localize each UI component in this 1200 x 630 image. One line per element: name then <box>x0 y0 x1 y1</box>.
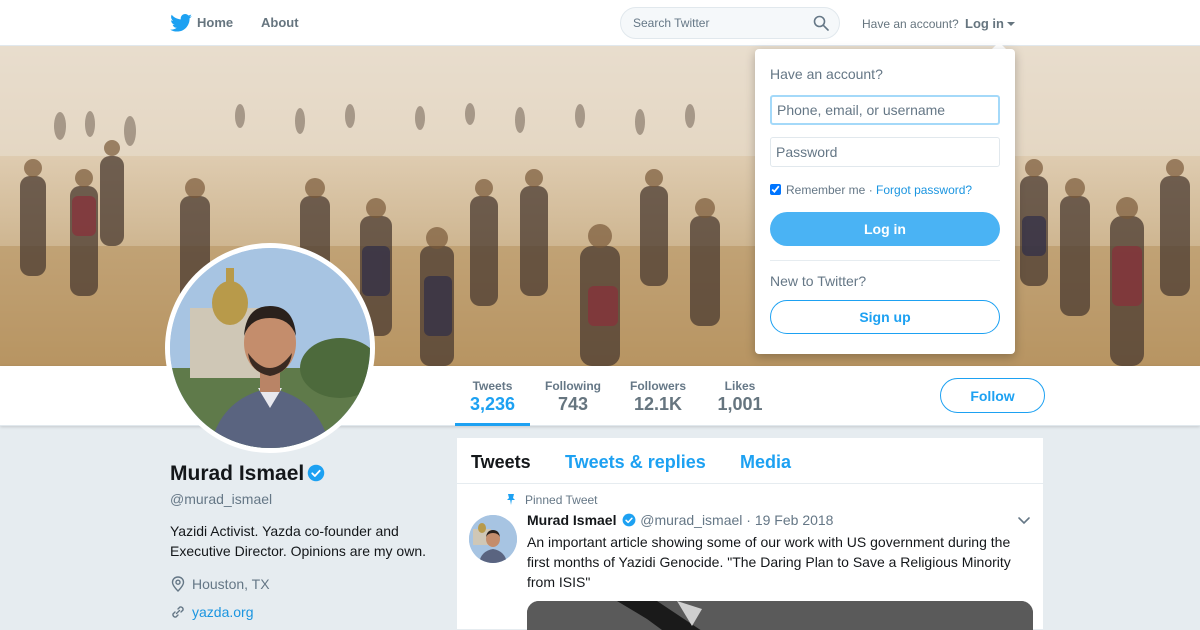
tab-tweets[interactable]: Tweets <box>471 452 531 473</box>
forgot-password-link[interactable]: Forgot password? <box>876 183 972 197</box>
stat-label: Likes <box>724 379 756 393</box>
profile-name: Murad Ismael <box>170 462 325 486</box>
profile-handle[interactable]: @murad_ismael <box>170 491 272 507</box>
stat-likes[interactable]: Likes 1,001 <box>710 366 770 426</box>
search-box[interactable] <box>620 7 840 39</box>
chevron-down-icon[interactable] <box>1017 516 1031 526</box>
location-icon <box>171 576 185 592</box>
follow-button[interactable]: Follow <box>940 378 1045 413</box>
signup-button[interactable]: Sign up <box>770 300 1000 334</box>
profile-url[interactable]: yazda.org <box>170 604 253 620</box>
remember-row: Remember me · Forgot password? <box>770 183 972 197</box>
tweet-avatar-photo <box>469 515 517 563</box>
timeline-tabs: Tweets Tweets & replies Media <box>457 438 1043 484</box>
stat-label: Followers <box>629 379 686 393</box>
pinned-tweet-label: Pinned Tweet <box>505 493 598 507</box>
new-to-twitter-text: New to Twitter? <box>770 273 867 289</box>
username-field[interactable] <box>770 95 1000 125</box>
remember-checkbox[interactable] <box>770 184 781 195</box>
profile-location: Houston, TX <box>170 576 270 592</box>
top-navbar: Home About Have an account? Log in <box>0 0 1200 46</box>
tweet-media-photo <box>527 601 1033 630</box>
stat-value: 743 <box>557 394 589 414</box>
stat-followers[interactable]: Followers 12.1K <box>622 366 694 426</box>
password-field[interactable] <box>770 137 1000 167</box>
remember-label[interactable]: Remember me <box>786 183 865 197</box>
profile-bio: Yazidi Activist. Yazda co-founder and Ex… <box>170 523 426 559</box>
stat-value: 1,001 <box>717 394 763 414</box>
dropdown-divider <box>770 260 1000 261</box>
have-account-text: Have an account? <box>862 17 959 31</box>
stat-label: Tweets <box>472 379 513 393</box>
avatar-photo <box>170 248 370 448</box>
search-icon[interactable] <box>813 15 829 31</box>
stat-tweets[interactable]: Tweets 3,236 <box>455 366 530 426</box>
search-input[interactable] <box>633 8 813 38</box>
url-text[interactable]: yazda.org <box>192 604 253 620</box>
timeline: Tweets Tweets & replies Media Pinned Twe… <box>456 437 1044 630</box>
tweet-avatar[interactable] <box>469 515 517 563</box>
nav-about-link[interactable]: About <box>261 15 299 30</box>
profile-name-text: Murad Ismael <box>170 462 305 485</box>
pin-icon <box>507 494 515 505</box>
stat-label: Following <box>545 379 601 393</box>
verified-icon <box>307 464 325 482</box>
tweet-author-name[interactable]: Murad Ismael <box>527 512 616 528</box>
avatar <box>170 248 370 448</box>
link-icon <box>172 606 184 618</box>
tab-media[interactable]: Media <box>740 452 791 473</box>
tweet-date[interactable]: · 19 Feb 2018 <box>746 512 833 528</box>
tweet-text: An important article showing some of our… <box>527 534 1011 590</box>
tweet-media-image[interactable] <box>527 601 1033 630</box>
login-dropdown: Have an account? Remember me · Forgot pa… <box>755 49 1015 354</box>
login-button[interactable]: Log in <box>770 212 1000 246</box>
tab-tweets-replies[interactable]: Tweets & replies <box>565 452 706 473</box>
pinned-text: Pinned Tweet <box>525 493 598 507</box>
stat-following[interactable]: Following 743 <box>538 366 608 426</box>
tweet-header: Murad Ismael @murad_ismael · 19 Feb 2018 <box>527 512 833 528</box>
separator-dot: · <box>868 183 873 197</box>
location-text: Houston, TX <box>192 576 270 592</box>
tweet-author-handle[interactable]: @murad_ismael <box>640 512 742 528</box>
stat-value: 3,236 <box>469 394 516 414</box>
caret-down-icon <box>1007 22 1015 26</box>
login-link-label: Log in <box>965 16 1004 31</box>
login-dropdown-toggle[interactable]: Log in <box>965 16 1015 31</box>
profile-avatar[interactable] <box>165 243 375 453</box>
nav-home-link[interactable]: Home <box>170 15 233 30</box>
verified-icon <box>622 513 636 527</box>
stat-value: 12.1K <box>633 394 683 414</box>
dropdown-title: Have an account? <box>770 66 883 82</box>
